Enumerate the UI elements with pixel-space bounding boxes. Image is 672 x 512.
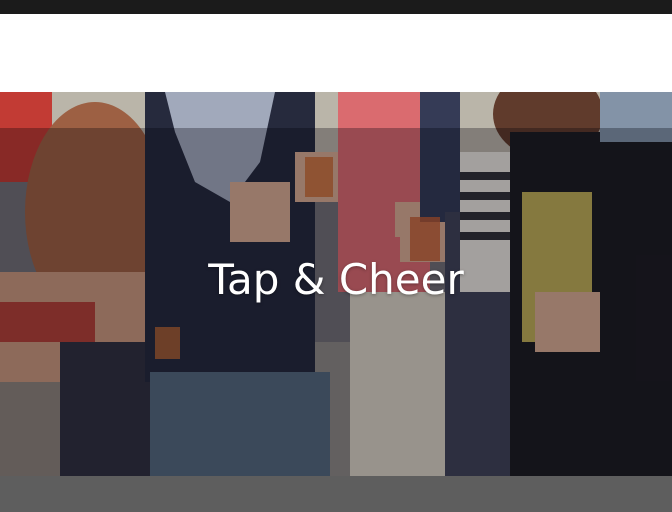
hero-banner: Tap & Cheer [0, 92, 672, 476]
top-bar [0, 0, 672, 14]
header-area [0, 14, 672, 92]
footer-bar [0, 476, 672, 512]
hero-title: Tap & Cheer [208, 255, 464, 304]
hero-top-strip [0, 92, 672, 128]
